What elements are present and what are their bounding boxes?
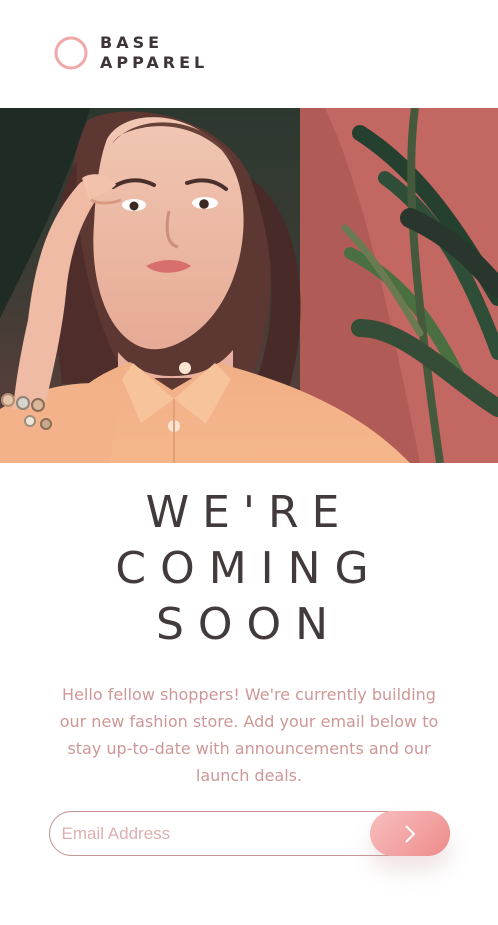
chevron-right-icon [404, 824, 415, 843]
headline-line-3: SOON [155, 599, 343, 650]
intro-copy: Hello fellow shoppers! We're currently b… [59, 685, 439, 785]
page: BASE APPAREL WE'RE COMING SOON Hello fel… [0, 0, 498, 856]
hero-image [0, 108, 498, 463]
headline-line-2: COMING [115, 543, 383, 594]
main-content: WE'RE COMING SOON Hello fellow shoppers!… [0, 463, 498, 856]
brand-line-1: BASE [100, 33, 164, 52]
fashion-model-illustration [0, 108, 498, 463]
brand-wordmark: BASE APPAREL [100, 33, 208, 73]
submit-email-button[interactable] [369, 811, 450, 856]
brand-logo[interactable]: BASE APPAREL [54, 33, 208, 73]
email-signup-form [48, 811, 450, 856]
logo-ring-icon [54, 36, 88, 70]
header: BASE APPAREL [0, 0, 498, 108]
brand-line-2: APPAREL [100, 53, 209, 72]
headline-accent: WE'RE [145, 487, 353, 538]
page-title: WE'RE COMING SOON [0, 485, 498, 653]
